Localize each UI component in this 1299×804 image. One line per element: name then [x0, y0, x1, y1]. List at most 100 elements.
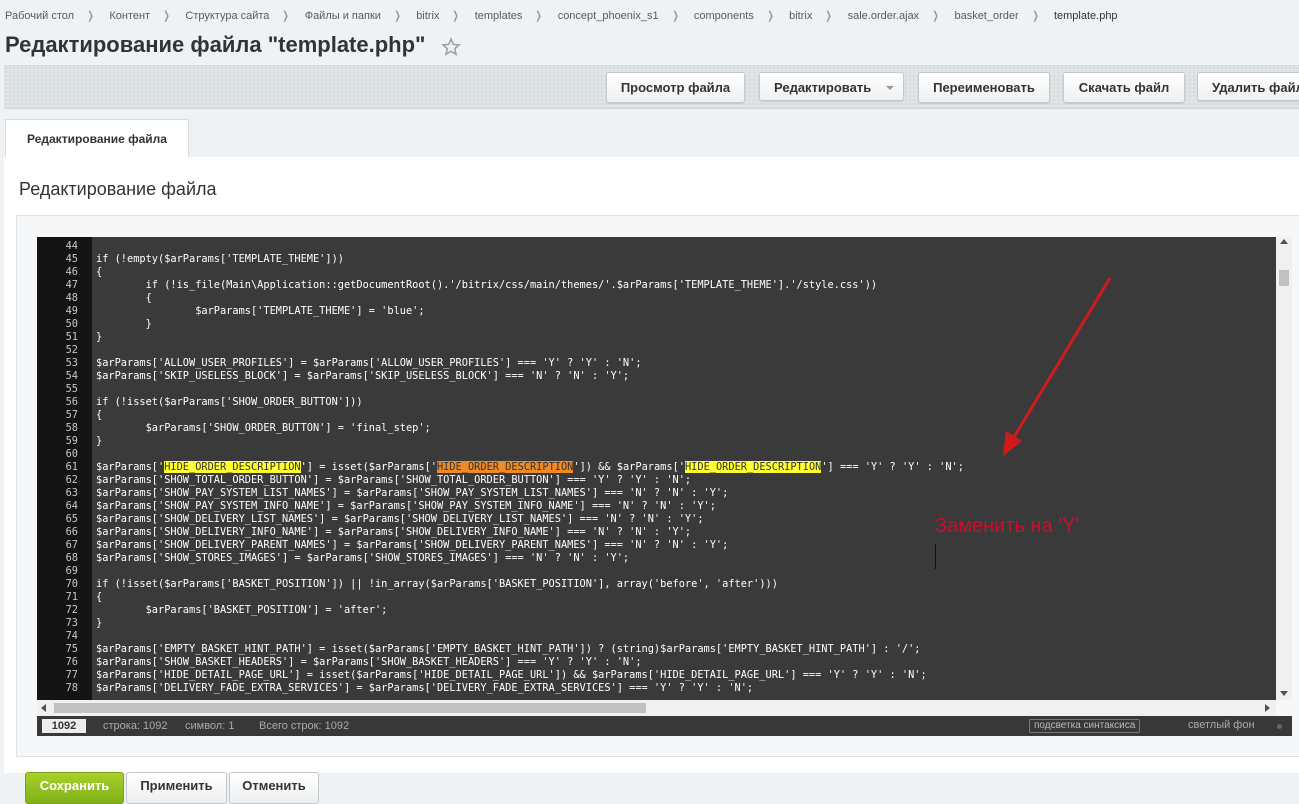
light-theme-toggle[interactable]: светлый фон: [1188, 719, 1255, 731]
chevron-right-icon: ❯: [282, 10, 290, 22]
edit-dropdown-button[interactable]: Редактировать: [759, 72, 904, 101]
line-number: 61: [65, 461, 78, 473]
breadcrumb-current: template.php: [1053, 10, 1118, 22]
code-text: $arParams['EMPTY_BASKET_HINT_PATH'] = is…: [96, 643, 921, 655]
code-line: 63 $arParams['SHOW_PAY_SYSTEM_LIST_NAMES'…: [37, 487, 1276, 500]
line-number: 73: [65, 617, 78, 629]
code-line: 55: [37, 383, 1276, 396]
page-title: Редактирование файла "template.php": [5, 32, 426, 57]
apply-button[interactable]: Применить: [126, 772, 227, 804]
horizontal-scroll-thumb[interactable]: [54, 703, 646, 713]
breadcrumb-item[interactable]: concept_phoenix_s1: [558, 10, 659, 22]
code-text: $arParams['SHOW_ORDER_BUTTON'] = 'final_…: [96, 422, 431, 434]
breadcrumb-item[interactable]: bitrix: [416, 10, 439, 22]
code-line: 67 $arParams['SHOW_DELIVERY_PARENT_NAMES'…: [37, 539, 1276, 552]
rename-button[interactable]: Переименовать: [918, 72, 1050, 103]
line-number: 62: [65, 474, 78, 486]
vertical-scrollbar[interactable]: [1276, 237, 1292, 700]
line-number: 70: [65, 578, 78, 590]
total-lines: Всего строк: 1092: [259, 720, 350, 732]
download-button[interactable]: Скачать файл: [1063, 72, 1185, 103]
line-number: 57: [65, 409, 78, 421]
code-line: 72 $arParams['BASKET_POSITION'] = 'after…: [37, 604, 1276, 617]
code-line: 53 $arParams['ALLOW_USER_PROFILES'] = $ar…: [37, 357, 1276, 370]
line-number: 56: [65, 396, 78, 408]
download-label: Скачать файл: [1078, 80, 1170, 95]
syntax-highlight-toggle[interactable]: подсветка синтаксиса: [1029, 719, 1141, 733]
line-number: 64: [65, 500, 78, 512]
code-line: 65 $arParams['SHOW_DELIVERY_LIST_NAMES'] …: [37, 513, 1276, 526]
tab-strip: Редактирование файла: [4, 115, 1299, 158]
code-text: $arParams['SHOW_STORES_IMAGES'] = $arPar…: [96, 552, 630, 564]
resize-dot-icon[interactable]: [1277, 724, 1282, 729]
line-number: 74: [65, 630, 78, 642]
star-icon[interactable]: [441, 37, 461, 57]
code-text: $arParams['DELIVERY_FADE_EXTRA_SERVICES'…: [96, 682, 754, 694]
code-line: 50 }: [37, 318, 1276, 331]
breadcrumb-item[interactable]: templates: [475, 10, 523, 22]
line-number: 55: [65, 383, 78, 395]
code-line: 57 {: [37, 409, 1276, 422]
code-line: 58 $arParams['SHOW_ORDER_BUTTON'] = 'fin…: [37, 422, 1276, 435]
chevron-right-icon: ❯: [671, 10, 679, 22]
code-text: {: [96, 409, 103, 421]
breadcrumb-item[interactable]: bitrix: [789, 10, 812, 22]
line-number: 47: [65, 279, 78, 291]
code-text: }: [96, 617, 103, 629]
goto-line-input[interactable]: 1092: [42, 719, 86, 733]
vertical-scroll-thumb[interactable]: [1279, 270, 1289, 286]
line-number: 71: [65, 591, 78, 603]
line-number: 46: [65, 266, 78, 278]
code-text: '] === 'Y' ? 'Y' : 'N';: [821, 461, 964, 473]
scroll-left-icon[interactable]: [41, 704, 46, 712]
line-number: 59: [65, 435, 78, 447]
scroll-down-icon[interactable]: [1280, 691, 1288, 696]
horizontal-scrollbar[interactable]: [37, 700, 1276, 716]
code-text: {: [96, 266, 103, 278]
code-text: }: [96, 318, 152, 330]
delete-button[interactable]: Удалить файл: [1197, 72, 1299, 101]
line-number: 68: [65, 552, 78, 564]
view-file-button[interactable]: Просмотр файла: [606, 72, 745, 103]
chevron-right-icon: ❯: [535, 10, 543, 22]
code-editor[interactable]: 44 45 if (!empty($arParams['TEMPLATE_THEME…: [37, 237, 1276, 700]
breadcrumb-item[interactable]: basket_order: [954, 10, 1018, 22]
line-number: 63: [65, 487, 78, 499]
cancel-button[interactable]: Отменить: [229, 772, 319, 804]
search-highlight: HIDE_ORDER_DESCRIPTION: [164, 461, 301, 473]
breadcrumb-item[interactable]: Структура сайта: [185, 10, 269, 22]
code-text: }: [96, 331, 103, 343]
rename-label: Переименовать: [933, 80, 1035, 95]
save-button[interactable]: Сохранить: [25, 772, 124, 804]
scroll-up-icon[interactable]: [1280, 239, 1288, 244]
code-text: }: [96, 435, 103, 447]
code-line: 44: [37, 240, 1276, 253]
code-line: 49 $arParams['TEMPLATE_THEME'] = 'blue';: [37, 305, 1276, 318]
scroll-right-icon[interactable]: [1265, 704, 1270, 712]
breadcrumb-item[interactable]: components: [694, 10, 754, 22]
chevron-right-icon: ❯: [767, 10, 774, 22]
chevron-right-icon: ❯: [1032, 10, 1039, 22]
line-number: 65: [65, 513, 78, 525]
line-number: 54: [65, 370, 78, 382]
code-text: $arParams[': [96, 461, 165, 473]
code-line: 47 if (!is_file(Main\Application::getDoc…: [37, 279, 1276, 292]
line-number: 53: [65, 357, 78, 369]
section-title: Редактирование файла: [19, 179, 217, 199]
code-line: 71 {: [37, 591, 1276, 604]
breadcrumb-item[interactable]: Файлы и папки: [305, 10, 381, 22]
line-number: 48: [65, 292, 78, 304]
code-text: if (!isset($arParams['BASKET_POSITION'])…: [96, 578, 778, 590]
breadcrumb-item[interactable]: Контент: [109, 10, 150, 22]
line-number: 51: [65, 331, 78, 343]
breadcrumb-item[interactable]: Рабочий стол: [5, 10, 74, 22]
code-text: $arParams['SHOW_DELIVERY_LIST_NAMES'] = …: [96, 513, 704, 525]
search-highlight: HIDE_ORDER_DESCRIPTION: [684, 461, 822, 473]
text-cursor: [935, 544, 936, 569]
breadcrumb-item[interactable]: sale.order.ajax: [848, 10, 920, 22]
annotation-text: Заменить на 'Y': [935, 515, 1080, 537]
chevron-right-icon: ❯: [932, 10, 940, 22]
code-text: $arParams['SHOW_BASKET_HEADERS'] = $arPa…: [96, 656, 642, 668]
line-number: 76: [65, 656, 78, 668]
tab-edit-file[interactable]: Редактирование файла: [5, 119, 189, 158]
